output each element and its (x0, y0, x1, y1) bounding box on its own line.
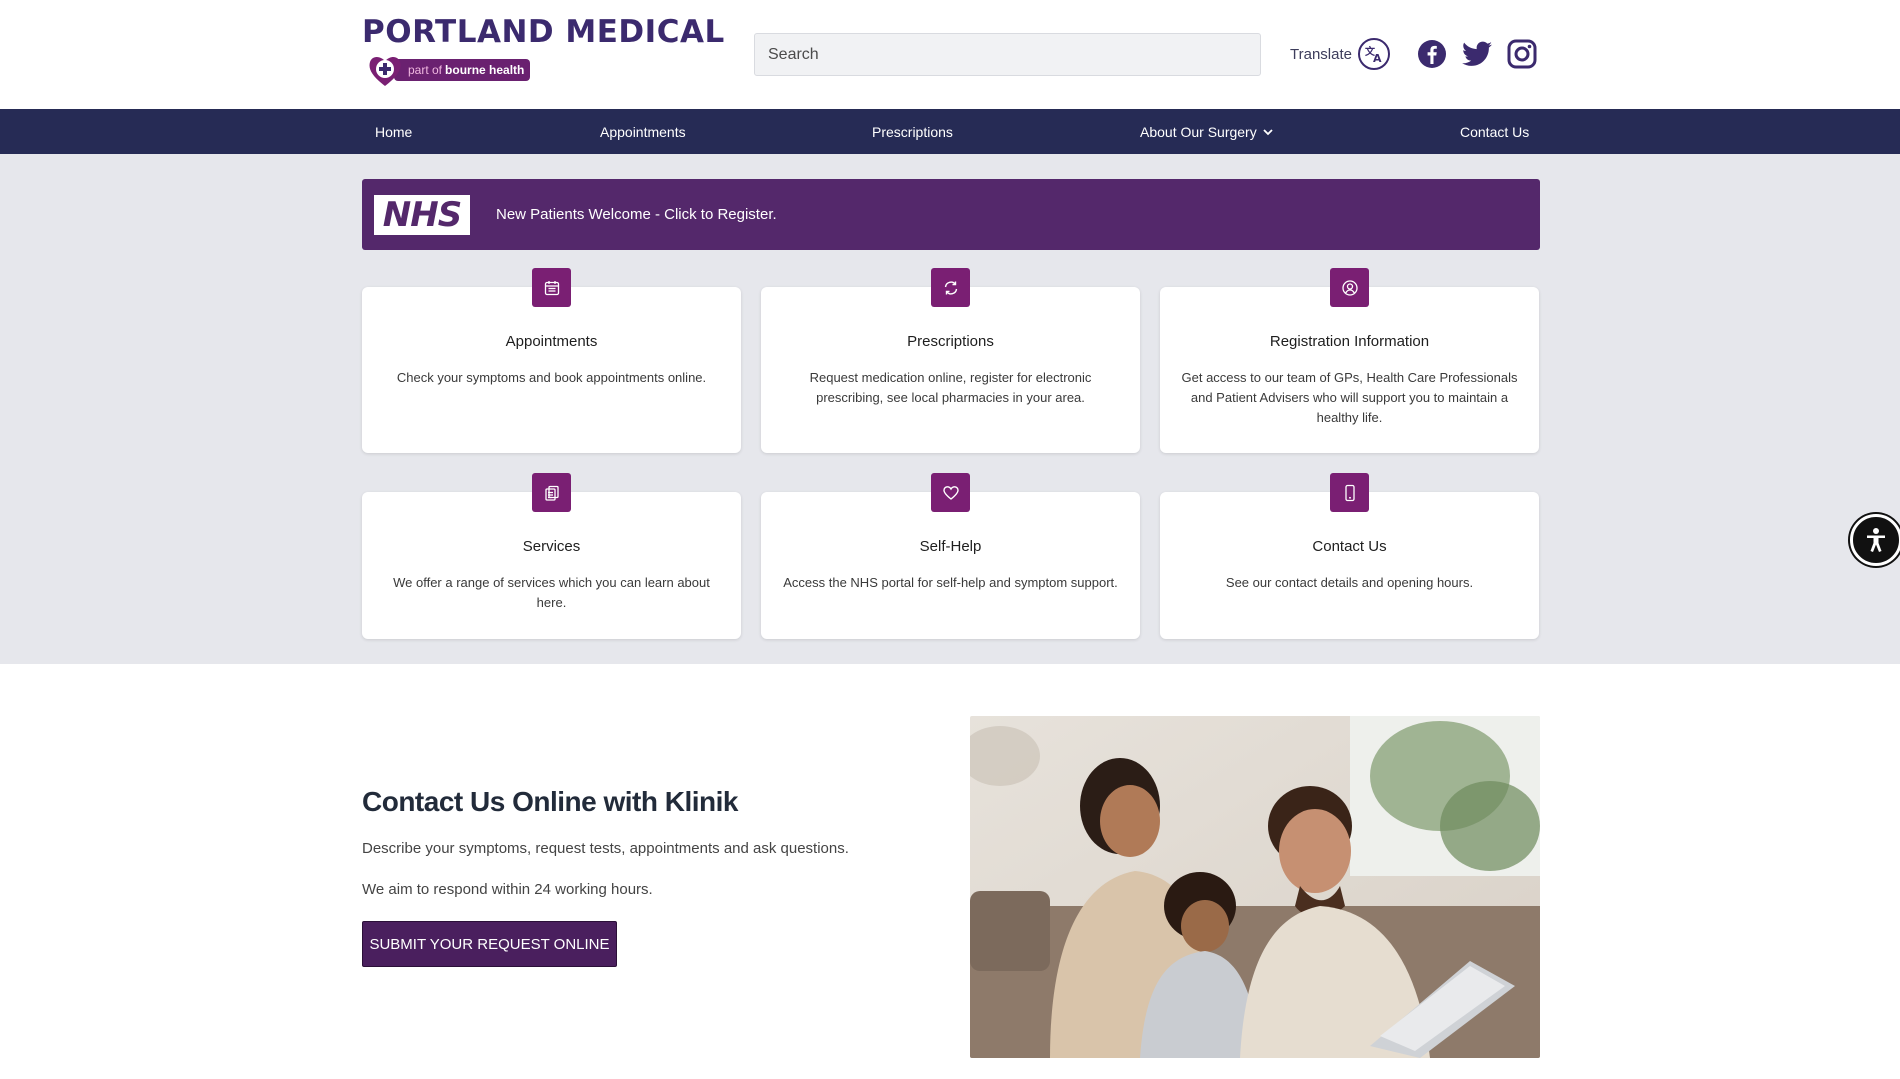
main-navigation: Home Appointments Prescriptions About Ou… (0, 109, 1900, 154)
facebook-icon[interactable] (1416, 38, 1448, 70)
brand-name: bourne health (445, 63, 525, 77)
chevron-down-icon (1263, 127, 1273, 137)
klinik-description: Describe your symptoms, request tests, a… (362, 840, 849, 857)
card-contact-us[interactable]: Contact Us See our contact details and o… (1160, 473, 1539, 639)
card-description: Request medication online, register for … (809, 370, 1092, 405)
nav-item-about-our-surgery[interactable]: About Our Surgery (1140, 109, 1273, 154)
card-description: Get access to our team of GPs, Health Ca… (1181, 370, 1518, 425)
nav-item-label: About Our Surgery (1140, 123, 1257, 140)
translate-icon: 文 A (1357, 38, 1390, 70)
nhs-logo-text: NHS (382, 194, 462, 235)
clipboard-icon (532, 473, 571, 512)
submit-request-button[interactable]: SUBMIT YOUR REQUEST ONLINE (362, 921, 617, 967)
new-patients-banner[interactable]: NHS New Patients Welcome - Click to Regi… (362, 179, 1540, 250)
nav-item-label: Appointments (600, 123, 686, 140)
card-prescriptions[interactable]: Prescriptions Request medication online,… (761, 268, 1140, 453)
nav-item-label: Contact Us (1460, 123, 1530, 140)
refresh-icon (931, 268, 970, 307)
brand-subtitle: part of bourne health (366, 52, 531, 88)
calendar-icon (532, 268, 571, 307)
brand-badge: part of bourne health (394, 59, 531, 81)
svg-text:A: A (1373, 52, 1382, 64)
nav-item-appointments[interactable]: Appointments (600, 109, 686, 154)
heart-icon (931, 473, 970, 512)
card-description: Access the NHS portal for self-help and … (783, 575, 1118, 590)
brand-part-of: part of (408, 63, 443, 77)
nav-item-label: Prescriptions (872, 123, 953, 140)
card-appointments[interactable]: Appointments Check your symptoms and boo… (362, 268, 741, 453)
card-title: Self-Help (919, 538, 982, 555)
accessibility-icon[interactable] (1850, 514, 1900, 566)
translate-label: Translate (1290, 45, 1352, 63)
nhs-logo: NHS (374, 194, 470, 235)
card-description: We offer a range of services which you c… (393, 575, 710, 610)
banner-text: New Patients Welcome - Click to Register… (496, 206, 777, 223)
user-circle-icon (1330, 268, 1369, 307)
card-description: See our contact details and opening hour… (1225, 575, 1474, 590)
nav-item-label: Home (375, 123, 413, 140)
card-description: Check your symptoms and book appointment… (396, 370, 707, 385)
nav-item-prescriptions[interactable]: Prescriptions (872, 109, 953, 154)
nav-item-contact-us[interactable]: Contact Us (1460, 109, 1529, 154)
translate-button[interactable]: Translate 文 A (1290, 37, 1390, 71)
nav-item-home[interactable]: Home (375, 109, 412, 154)
card-title: Prescriptions (907, 333, 994, 350)
card-self-help[interactable]: Self-Help Access the NHS portal for self… (761, 473, 1140, 639)
klinik-heading: Contact Us Online with Klinik (362, 786, 738, 817)
site-header: PORTLAND MEDICAL part of bourne health T… (0, 0, 1900, 109)
card-title: Contact Us (1312, 538, 1387, 555)
klinik-response-time: We aim to respond within 24 working hour… (362, 881, 653, 898)
phone-icon (1330, 473, 1369, 512)
search-input[interactable] (754, 33, 1261, 76)
twitter-icon[interactable] (1461, 38, 1493, 70)
bourne-health-logo-icon (366, 52, 404, 88)
card-title: Appointments (505, 333, 598, 350)
family-photo (970, 716, 1540, 1058)
card-title: Services (522, 538, 581, 555)
card-services[interactable]: Services We offer a range of services wh… (362, 473, 741, 639)
site-title: PORTLAND MEDICAL (362, 14, 725, 50)
card-title: Registration Information (1269, 333, 1430, 350)
site-logo[interactable]: PORTLAND MEDICAL part of bourne health (362, 14, 724, 88)
instagram-icon[interactable] (1506, 38, 1538, 70)
card-registration-information[interactable]: Registration Information Get access to o… (1160, 268, 1539, 453)
